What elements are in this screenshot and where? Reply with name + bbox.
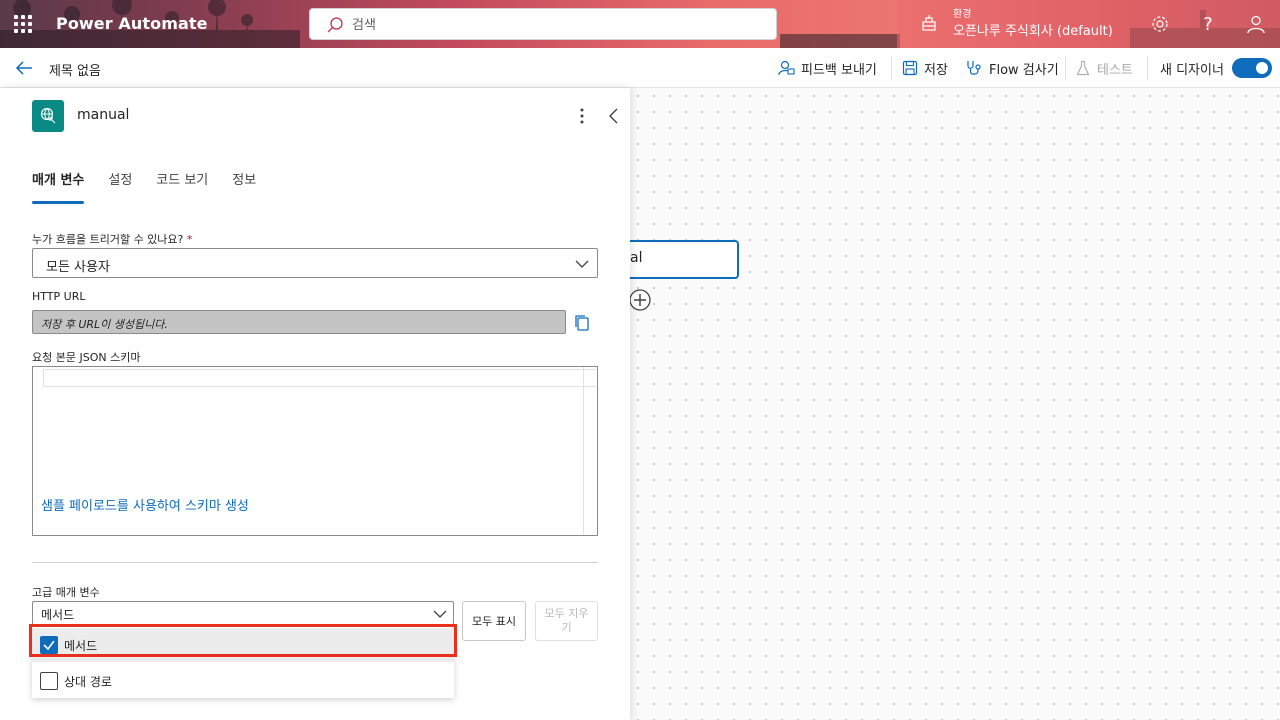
advanced-params-value: 메서드 [41,608,75,622]
save-label: 저장 [924,62,948,78]
trigger-node-label: al [630,250,643,266]
checkbox-unchecked[interactable] [40,672,58,690]
tab-settings[interactable]: 설정 [108,172,132,202]
tab-about[interactable]: 정보 [232,172,256,202]
separator [1065,56,1066,80]
advanced-params-dropdown[interactable]: 메서드 [32,601,454,625]
checkmark-icon [43,640,55,651]
separator [1147,56,1148,80]
search-box[interactable] [309,8,777,40]
option-method-label: 메서드 [64,639,98,653]
tab-parameters[interactable]: 매개 변수 [32,172,85,204]
new-designer-text: 새 디자이너 [1160,62,1224,78]
stethoscope-icon [967,61,981,75]
panel-title[interactable]: manual [77,107,129,123]
who-can-trigger-dropdown[interactable]: 모든 사용자 [32,248,598,278]
search-input[interactable] [352,15,752,35]
panel-tabs: 매개 변수 설정 코드 보기 정보 [32,172,280,204]
app-launcher-icon[interactable] [14,15,32,33]
schema-editor-scrollbar[interactable] [583,367,597,535]
chevron-down-icon [575,260,589,268]
generate-schema-link[interactable]: 샘플 페이로드를 사용하여 스키마 생성 [41,495,249,514]
separator [891,56,892,80]
option-method[interactable]: 메서드 [32,628,454,662]
section-divider [32,562,598,563]
schema-editor-line[interactable] [43,369,596,387]
new-designer-toggle[interactable] [1232,58,1272,78]
http-url-field: 저장 후 URL이 생성됩니다. [32,310,566,334]
option-relative-path-label: 상대 경로 [64,675,112,689]
save-icon [902,60,918,76]
show-all-button[interactable]: 모두 표시 [462,601,526,641]
http-url-label: HTTP URL [32,290,86,303]
app-title[interactable]: Power Automate [56,14,208,33]
environment-label: 환경 [953,9,972,20]
flow-canvas[interactable] [630,88,1280,720]
who-can-trigger-label-text: 누가 흐름을 트리거할 수 있나요? [32,233,184,246]
help-icon[interactable]: ? [1196,12,1220,36]
flow-checker-label: Flow 검사기 [989,62,1059,78]
advanced-params-options-list: 메서드 상대 경로 [32,626,454,698]
option-relative-path[interactable]: 상대 경로 [32,664,454,698]
http-url-value: 저장 후 URL이 생성됩니다. [41,318,168,331]
required-marker: * [186,233,193,246]
flow-checker-button[interactable]: Flow 검사기 [965,48,1059,88]
advanced-params-label: 고급 매개 변수 [32,586,100,599]
more-options-icon[interactable] [572,106,592,126]
flow-title[interactable]: 제목 없음 [49,60,101,79]
command-bar: 제목 없음 피드백 보내기 저장 Flow 검사기 테스트 새 디자이너 [0,48,1280,88]
environment-icon [922,15,936,31]
settings-gear-icon[interactable] [1148,12,1172,36]
back-arrow-icon[interactable] [14,58,34,78]
test-button[interactable]: 테스트 [1075,48,1133,88]
schema-label: 요청 본문 JSON 스키마 [32,351,141,364]
save-button[interactable]: 저장 [902,48,948,88]
who-can-trigger-label: 누가 흐름을 트리거할 수 있나요? * [32,231,192,247]
collapse-panel-chevron-icon[interactable] [604,106,624,126]
environment-value[interactable]: 오픈나루 주식회사 (default) [953,20,1113,39]
checkbox-checked[interactable] [40,636,58,654]
trigger-details-panel: manual 매개 변수 설정 코드 보기 정보 누가 흐름을 트리거할 수 있… [0,88,630,720]
user-account-icon[interactable] [1244,12,1268,36]
new-designer-label: 새 디자이너 [1160,48,1224,88]
search-icon [327,17,343,33]
chevron-down-icon [433,610,447,618]
flask-icon [1076,60,1090,76]
copy-icon[interactable] [572,313,592,333]
who-can-trigger-value: 모든 사용자 [46,260,110,275]
app-header: Power Automate 환경 오픈나루 주식회사 (default) ? [0,0,1280,48]
schema-editor[interactable]: 샘플 페이로드를 사용하여 스키마 생성 [32,366,598,536]
feedback-button[interactable]: 피드백 보내기 [777,48,877,88]
feedback-icon [778,60,795,76]
http-trigger-icon [32,100,64,132]
clear-all-button[interactable]: 모두 지우기 [535,601,598,641]
tab-code-view[interactable]: 코드 보기 [156,172,208,202]
feedback-label: 피드백 보내기 [801,62,877,78]
test-label: 테스트 [1097,62,1133,78]
add-step-plus-icon[interactable] [629,289,651,311]
